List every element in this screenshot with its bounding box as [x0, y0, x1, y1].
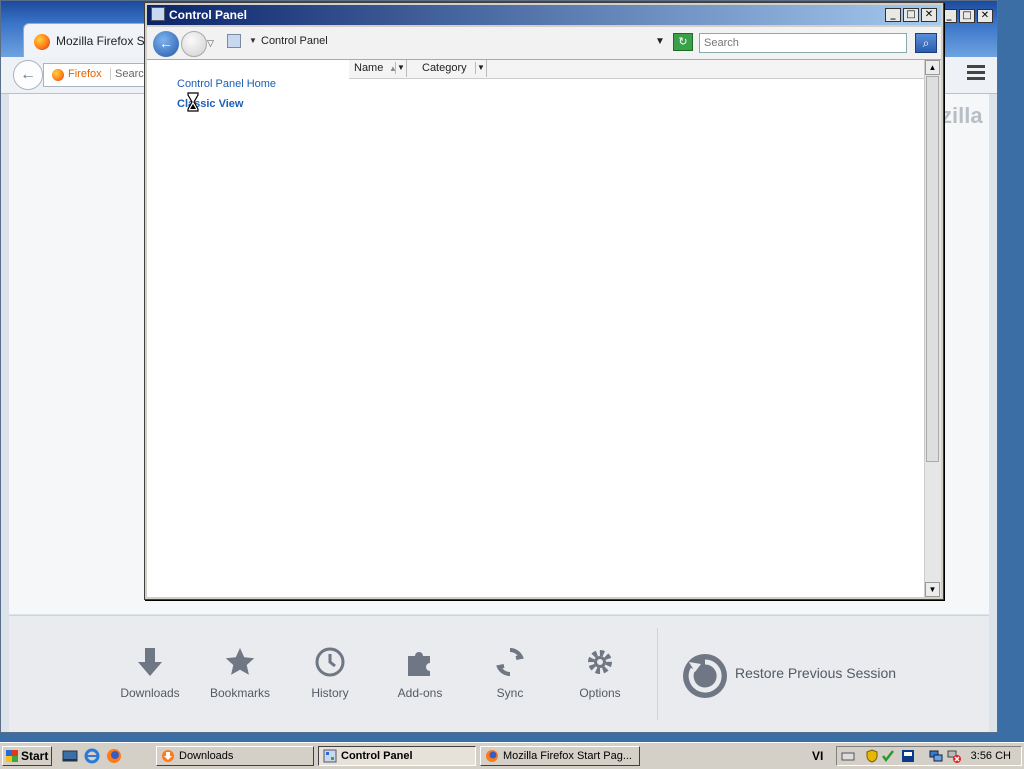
control-panel-icon — [151, 7, 165, 21]
control-panel-taskbar-icon — [323, 749, 337, 763]
taskbar: Start Downloads Control Panel Mozilla Fi… — [0, 742, 1024, 769]
firefox-url-bar[interactable]: Firefox Search — [43, 63, 153, 87]
network-connection-icon[interactable] — [929, 749, 943, 763]
restore-session-label: Restore Previous Session — [735, 665, 897, 681]
check-icon[interactable] — [881, 749, 895, 763]
breadcrumb-arrow-icon[interactable]: ▼ — [249, 36, 257, 45]
column-header-category[interactable]: Category ▼ — [417, 60, 487, 77]
launcher-downloads[interactable]: Downloads — [105, 646, 195, 700]
window-title: Control Panel — [169, 8, 248, 22]
keyboard-icon[interactable] — [841, 749, 855, 763]
vertical-scrollbar[interactable]: ▲ ▼ — [924, 60, 941, 597]
refresh-icon[interactable]: ↻ — [673, 33, 693, 51]
firefox-launcher: Downloads Bookmarks History Add-ons Sync… — [9, 615, 989, 732]
launcher-addons[interactable]: Add-ons — [375, 646, 465, 700]
maximize-button[interactable]: □ — [959, 9, 975, 23]
internet-explorer-icon[interactable] — [84, 748, 100, 764]
control-panel-toolbar: ← ▽ ▼ Control Panel ▼ ↻ ⌕ — [147, 27, 941, 60]
taskbar-item-firefox[interactable]: Mozilla Firefox Start Pag... — [480, 746, 640, 766]
search-icon[interactable]: ⌕ — [915, 33, 937, 53]
network-status-icon[interactable] — [901, 749, 915, 763]
column-label: Category — [422, 62, 467, 74]
task-label: Control Panel — [341, 750, 413, 762]
windows-logo-icon — [6, 750, 18, 762]
column-label: Name — [354, 62, 384, 74]
control-panel-window-controls: _ □ ✕ — [885, 8, 937, 22]
close-button[interactable]: ✕ — [977, 9, 993, 23]
search-input[interactable] — [699, 33, 907, 53]
firefox-taskbar-icon — [486, 750, 498, 762]
gear-icon — [588, 650, 612, 674]
launcher-label: History — [311, 686, 349, 700]
system-tray: 3:56 CH — [836, 746, 1022, 766]
mozilla-watermark: zilla — [941, 103, 983, 128]
hamburger-menu-icon[interactable] — [967, 65, 985, 83]
control-panel-titlebar[interactable]: Control Panel _ □ ✕ — [147, 5, 941, 25]
show-desktop-icon[interactable] — [62, 748, 78, 764]
downloads-window-icon — [162, 750, 174, 762]
launcher-label: Downloads — [120, 686, 180, 700]
firefox-logo-icon — [34, 34, 50, 50]
task-label: Downloads — [179, 750, 234, 762]
close-button[interactable]: ✕ — [921, 8, 937, 22]
maximize-button[interactable]: □ — [903, 8, 919, 22]
firefox-window-controls: _ □ ✕ — [941, 9, 993, 23]
firefox-identity-icon — [52, 69, 64, 81]
start-button[interactable]: Start — [2, 746, 52, 766]
start-label: Start — [21, 749, 49, 763]
minimize-button[interactable]: _ — [885, 8, 901, 22]
column-header-name[interactable]: Name ▲ ▼ — [349, 60, 407, 77]
download-icon — [138, 648, 162, 676]
launcher-bookmarks[interactable]: Bookmarks — [195, 646, 285, 700]
firefox-back-button[interactable]: ← — [13, 60, 43, 90]
taskbar-item-control-panel[interactable]: Control Panel — [318, 746, 476, 766]
launcher-label: Sync — [496, 686, 524, 700]
back-button[interactable]: ← — [153, 31, 179, 57]
clock-icon — [315, 647, 345, 677]
control-panel-window: Control Panel _ □ ✕ ← ▽ ▼ Control Panel … — [144, 2, 944, 600]
language-indicator[interactable]: VI — [812, 749, 823, 763]
hourglass-cursor-icon — [187, 92, 199, 112]
launcher-divider — [657, 628, 658, 720]
taskbar-item-downloads[interactable]: Downloads — [156, 746, 314, 766]
forward-button[interactable] — [181, 31, 207, 57]
puzzle-icon — [408, 652, 430, 676]
scroll-down-button[interactable]: ▼ — [925, 582, 940, 597]
control-panel-address-icon — [227, 34, 241, 48]
launcher-sync[interactable]: Sync — [465, 646, 555, 700]
scroll-up-button[interactable]: ▲ — [925, 60, 940, 75]
column-dropdown-icon[interactable]: ▼ — [395, 62, 406, 74]
launcher-options[interactable]: Options — [555, 646, 645, 700]
launcher-label: Options — [579, 686, 621, 700]
restore-icon — [683, 654, 727, 698]
launcher-label: Add-ons — [397, 686, 443, 700]
column-dropdown-icon[interactable]: ▼ — [475, 62, 486, 74]
disconnected-warning-icon[interactable] — [947, 749, 961, 763]
address-dropdown-icon[interactable]: ▼ — [655, 36, 665, 47]
control-panel-content: Control Panel Home Classic View Name ▲ ▼… — [147, 60, 941, 597]
address-breadcrumb[interactable]: Control Panel — [261, 35, 328, 47]
task-label: Mozilla Firefox Start Pag... — [503, 750, 632, 762]
security-shield-icon[interactable] — [865, 749, 879, 763]
scroll-thumb[interactable] — [926, 76, 939, 462]
restore-session-button[interactable]: Restore Previous Session — [681, 652, 921, 702]
firefox-url-label: Firefox — [68, 68, 102, 80]
column-header-row: Name ▲ ▼ Category ▼ — [349, 60, 925, 79]
control-panel-home-link[interactable]: Control Panel Home — [177, 78, 276, 90]
history-dropdown-icon[interactable]: ▽ — [207, 38, 214, 49]
firefox-quicklaunch-icon[interactable] — [106, 748, 122, 764]
launcher-history[interactable]: History — [285, 646, 375, 700]
star-icon — [225, 648, 255, 675]
clock[interactable]: 3:56 CH — [971, 750, 1011, 762]
launcher-label: Bookmarks — [209, 686, 271, 700]
sync-icon — [496, 647, 524, 677]
